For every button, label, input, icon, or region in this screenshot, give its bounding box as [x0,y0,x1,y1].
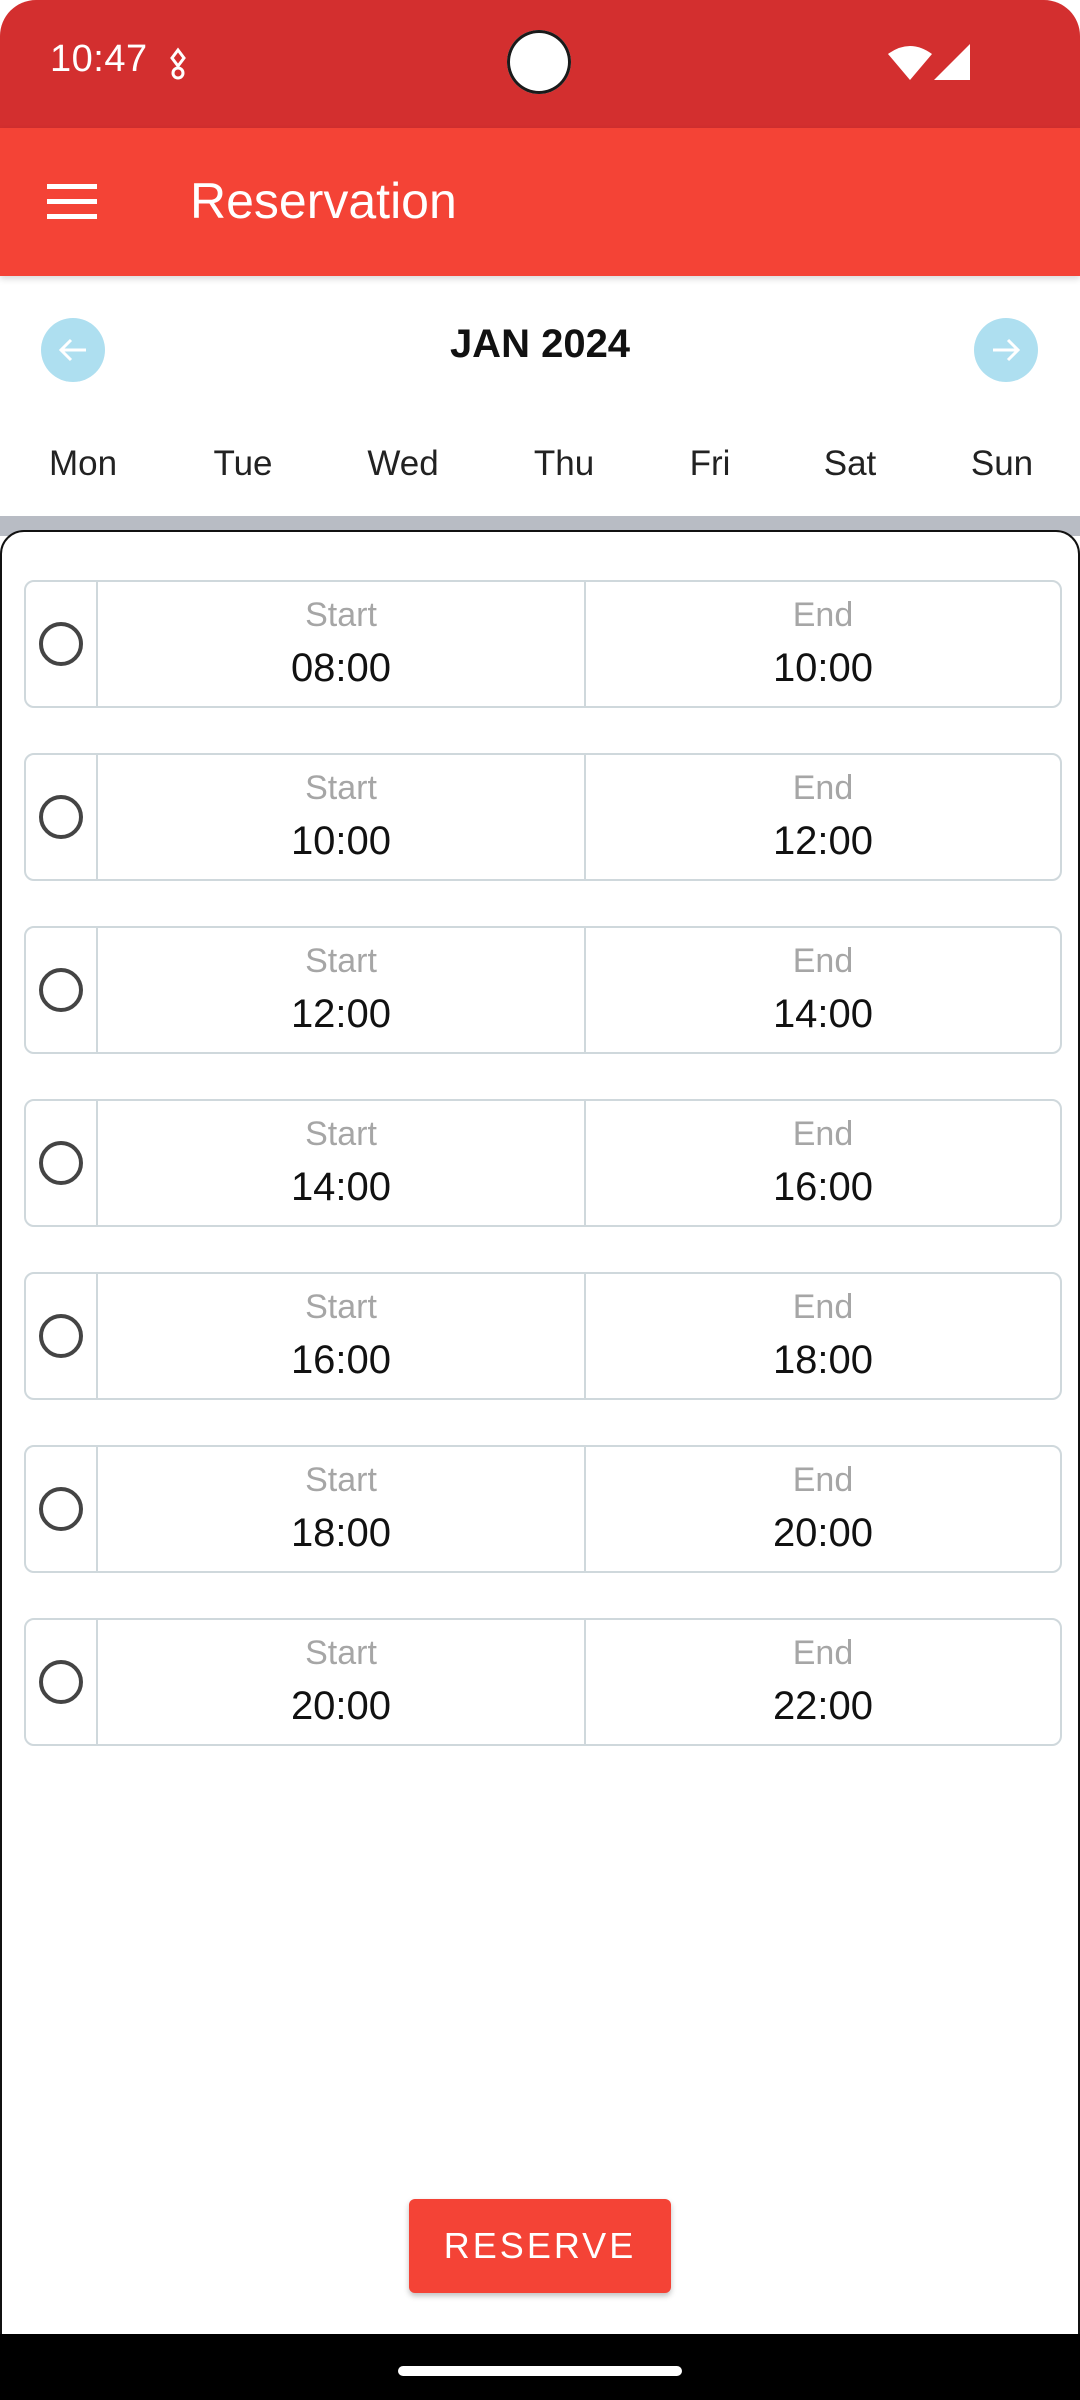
start-time: 08:00 [290,646,392,690]
time-slot-row[interactable]: Start 08:00 End 10:00 [24,580,1062,708]
slot-radio-cell[interactable] [26,1620,98,1744]
status-bar: 10:47 [0,0,1080,128]
start-time-cell: Start 08:00 [98,582,586,706]
start-label: Start [305,1634,377,1672]
end-label: End [792,1115,854,1153]
start-label: Start [305,769,377,807]
end-time: 18:00 [772,1338,874,1382]
start-time-cell: Start 10:00 [98,755,586,879]
slot-radio-cell[interactable] [26,1101,98,1225]
end-time: 12:00 [772,819,874,863]
end-time: 10:00 [772,646,874,690]
end-time-cell: End 12:00 [586,755,1060,879]
end-time-cell: End 18:00 [586,1274,1060,1398]
start-label: Start [305,1288,377,1326]
end-label: End [792,942,854,980]
next-month-button[interactable] [974,318,1038,382]
end-time: 20:00 [772,1511,874,1555]
cell-signal-icon [934,44,970,80]
weekday-wed[interactable]: Wed [333,444,473,484]
month-label: JAN 2024 [449,322,631,366]
page-title: Reservation [190,173,457,229]
slot-radio-button[interactable] [39,1487,83,1531]
start-time: 12:00 [290,992,392,1036]
end-time-cell: End 16:00 [586,1101,1060,1225]
slot-radio-cell[interactable] [26,1274,98,1398]
start-time: 14:00 [290,1165,392,1209]
time-slot-row[interactable]: Start 18:00 End 20:00 [24,1445,1062,1573]
weekday-fri[interactable]: Fri [640,444,780,484]
reserve-button[interactable]: RESERVE [409,2199,671,2293]
notification-icon [170,47,186,80]
end-time: 16:00 [772,1165,874,1209]
end-label: End [792,1461,854,1499]
start-time-cell: Start 18:00 [98,1447,586,1571]
time-slot-row[interactable]: Start 20:00 End 22:00 [24,1618,1062,1746]
slot-radio-button[interactable] [39,1314,83,1358]
end-label: End [792,596,854,634]
end-time-cell: End 14:00 [586,928,1060,1052]
end-time-cell: End 10:00 [586,582,1060,706]
end-time: 14:00 [772,992,874,1036]
end-label: End [792,1288,854,1326]
app-bar: Reservation [0,128,1080,276]
start-time: 18:00 [290,1511,392,1555]
start-label: Start [305,1115,377,1153]
weekday-thu[interactable]: Thu [494,444,634,484]
slot-radio-cell[interactable] [26,582,98,706]
time-slot-row[interactable]: Start 12:00 End 14:00 [24,926,1062,1054]
end-time-cell: End 22:00 [586,1620,1060,1744]
start-time-cell: Start 16:00 [98,1274,586,1398]
slot-radio-button[interactable] [39,1141,83,1185]
weekday-tue[interactable]: Tue [173,444,313,484]
slot-radio-button[interactable] [39,795,83,839]
start-label: Start [305,1461,377,1499]
camera-cutout [507,30,571,94]
start-time-cell: Start 20:00 [98,1620,586,1744]
slot-radio-cell[interactable] [26,755,98,879]
start-time-cell: Start 12:00 [98,928,586,1052]
home-indicator[interactable] [398,2366,682,2376]
start-time-cell: Start 14:00 [98,1101,586,1225]
time-slots-panel: Start 08:00 End 10:00 Start 10:00 End 12… [0,530,1080,2374]
weekday-sun[interactable]: Sun [932,444,1072,484]
menu-button[interactable] [36,166,108,238]
slot-radio-cell[interactable] [26,928,98,1052]
time-slot-row[interactable]: Start 16:00 End 18:00 [24,1272,1062,1400]
start-time: 16:00 [290,1338,392,1382]
hamburger-menu-icon [47,184,97,219]
start-time: 10:00 [290,819,392,863]
end-label: End [792,1634,854,1672]
slot-radio-button[interactable] [39,1660,83,1704]
time-slot-row[interactable]: Start 10:00 End 12:00 [24,753,1062,881]
start-label: Start [305,942,377,980]
slot-radio-button[interactable] [39,622,83,666]
system-navigation-bar [0,2334,1080,2400]
arrow-right-icon [993,338,1021,362]
month-navigation: JAN 2024 [0,300,1080,400]
slot-radio-button[interactable] [39,968,83,1012]
weekday-header: Mon Tue Wed Thu Fri Sat Sun [0,444,1080,504]
weekday-mon[interactable]: Mon [13,444,153,484]
wifi-icon [888,46,932,80]
end-time: 22:00 [772,1684,874,1728]
start-label: Start [305,596,377,634]
end-label: End [792,769,854,807]
start-time: 20:00 [290,1684,392,1728]
slot-radio-cell[interactable] [26,1447,98,1571]
weekday-sat[interactable]: Sat [780,444,920,484]
status-time: 10:47 [50,38,148,80]
time-slot-row[interactable]: Start 14:00 End 16:00 [24,1099,1062,1227]
end-time-cell: End 20:00 [586,1447,1060,1571]
